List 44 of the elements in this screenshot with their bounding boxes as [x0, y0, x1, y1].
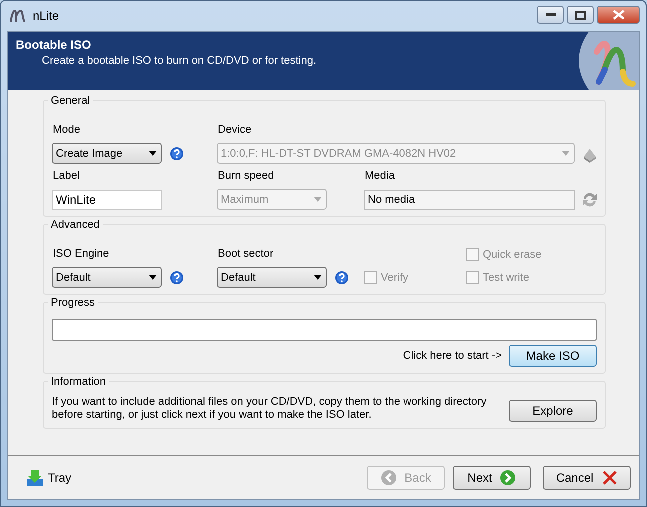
- maximize-icon: [575, 10, 586, 20]
- tray-arrow-icon: [26, 468, 44, 486]
- window-title: nLite: [33, 9, 60, 23]
- start-hint: Click here to start ->: [403, 350, 502, 362]
- field-label: Boot sector: [217, 247, 275, 262]
- explore-button[interactable]: Explore: [509, 400, 597, 422]
- boot-sector-dropdown[interactable]: Default: [217, 267, 327, 288]
- caret-icon: [314, 275, 322, 280]
- field-label: Media: [364, 169, 396, 184]
- group-title: Progress: [48, 297, 98, 309]
- caret-icon: [149, 275, 157, 280]
- cancel-x-icon: [602, 470, 618, 486]
- group-title: Information: [48, 376, 110, 388]
- caret-icon: [149, 151, 157, 156]
- cancel-button[interactable]: Cancel: [543, 466, 631, 490]
- minimize-icon: [546, 13, 556, 17]
- refresh-icon: [581, 190, 599, 208]
- help-icon: [170, 146, 184, 160]
- close-button[interactable]: [597, 6, 640, 24]
- field-label: ISO Engine: [52, 247, 110, 262]
- next-button[interactable]: Next: [453, 466, 531, 490]
- help-icon: [335, 270, 349, 284]
- page-subtitle: Create a bootable ISO to burn on CD/DVD or for testing.: [41, 55, 317, 67]
- help-icon: [170, 270, 184, 284]
- maximize-button[interactable]: [567, 6, 594, 24]
- iso-engine-dropdown[interactable]: Default: [52, 267, 162, 288]
- caret-icon: [562, 151, 570, 156]
- caret-icon: [314, 197, 322, 202]
- label-input[interactable]: WinLite: [52, 190, 162, 210]
- info-text: If you want to include additional files on your CD/DVD, copy them to the working directory before starting, or just click next if you want to make the ISO later.: [52, 396, 488, 422]
- media-field: No media: [364, 190, 575, 210]
- mode-dropdown[interactable]: Create Image: [52, 143, 162, 164]
- group-title: Advanced: [48, 219, 103, 231]
- minimize-button[interactable]: [537, 6, 564, 24]
- app-logo-icon: [9, 8, 27, 24]
- field-label: Mode: [52, 123, 82, 138]
- make-iso-button[interactable]: Make ISO: [509, 345, 597, 367]
- page-title: Bootable ISO: [16, 38, 92, 52]
- close-icon: [612, 10, 624, 20]
- field-label: Device: [217, 123, 253, 138]
- tray-button[interactable]: Tray: [26, 468, 359, 486]
- field-label: Label: [52, 169, 81, 184]
- group-title: General: [48, 95, 94, 107]
- field-label: Burn speed: [217, 169, 276, 184]
